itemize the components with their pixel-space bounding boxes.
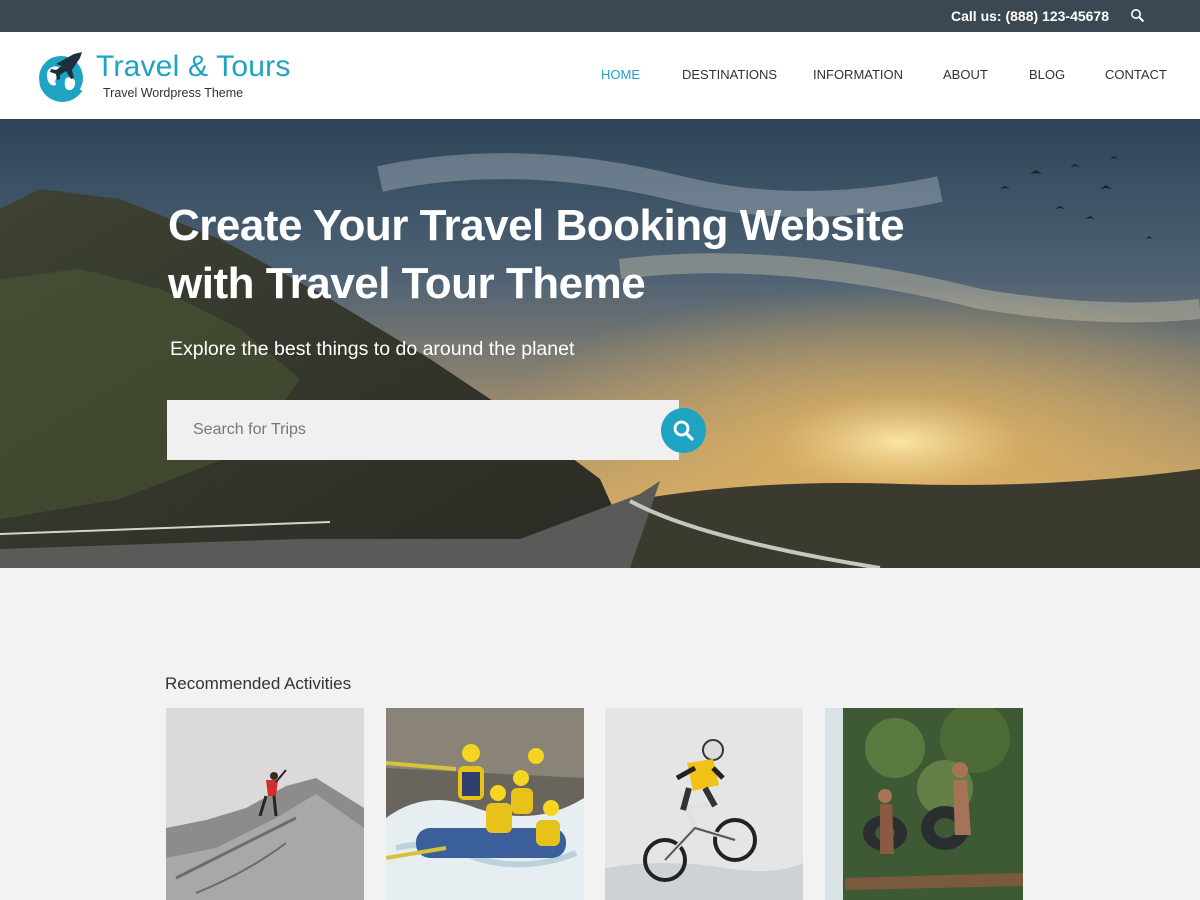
phone-number[interactable]: Call us: (888) 123-45678 <box>951 8 1109 24</box>
hero-subtitle: Explore the best things to do around the… <box>170 338 575 360</box>
nav-blog[interactable]: BLOG <box>1029 67 1065 82</box>
logo-title: Travel & Tours <box>96 50 291 83</box>
globe-plane-icon <box>39 52 83 102</box>
hero-title: Create Your Travel Booking Website with … <box>168 197 968 313</box>
trip-search-button[interactable] <box>661 408 706 453</box>
logo-tagline: Travel Wordpress Theme <box>103 86 244 100</box>
hero-banner: Create Your Travel Booking Website with … <box>0 119 1200 568</box>
white-water-rafting-image <box>386 708 584 900</box>
nav-about[interactable]: ABOUT <box>943 67 988 82</box>
mountain-biking-image <box>605 708 803 900</box>
site-header: Travel & Tours Travel Wordpress Theme HO… <box>0 32 1200 119</box>
site-logo[interactable]: Travel & Tours Travel Wordpress Theme <box>36 46 296 104</box>
nav-destinations[interactable]: DESTINATIONS <box>682 67 777 82</box>
trip-search-input[interactable] <box>167 400 679 460</box>
activity-card-climbing[interactable] <box>166 708 364 900</box>
activity-card-biking[interactable] <box>605 708 803 900</box>
hero-title-line-1: Create Your Travel Booking Website <box>168 201 905 250</box>
activity-card-tubing[interactable] <box>825 708 1023 900</box>
activity-card-rafting[interactable] <box>386 708 584 900</box>
nav-contact[interactable]: CONTACT <box>1105 67 1167 82</box>
nav-information[interactable]: INFORMATION <box>813 67 903 82</box>
hero-title-line-2: with Travel Tour Theme <box>168 259 646 308</box>
search-icon[interactable] <box>1130 8 1146 24</box>
mountain-climber-image <box>166 708 364 900</box>
search-icon <box>673 420 694 441</box>
section-title-activities: Recommended Activities <box>165 674 352 693</box>
top-bar: Call us: (888) 123-45678 <box>0 0 1200 32</box>
nav-home[interactable]: HOME <box>601 67 640 82</box>
river-tubing-image <box>825 708 1023 900</box>
